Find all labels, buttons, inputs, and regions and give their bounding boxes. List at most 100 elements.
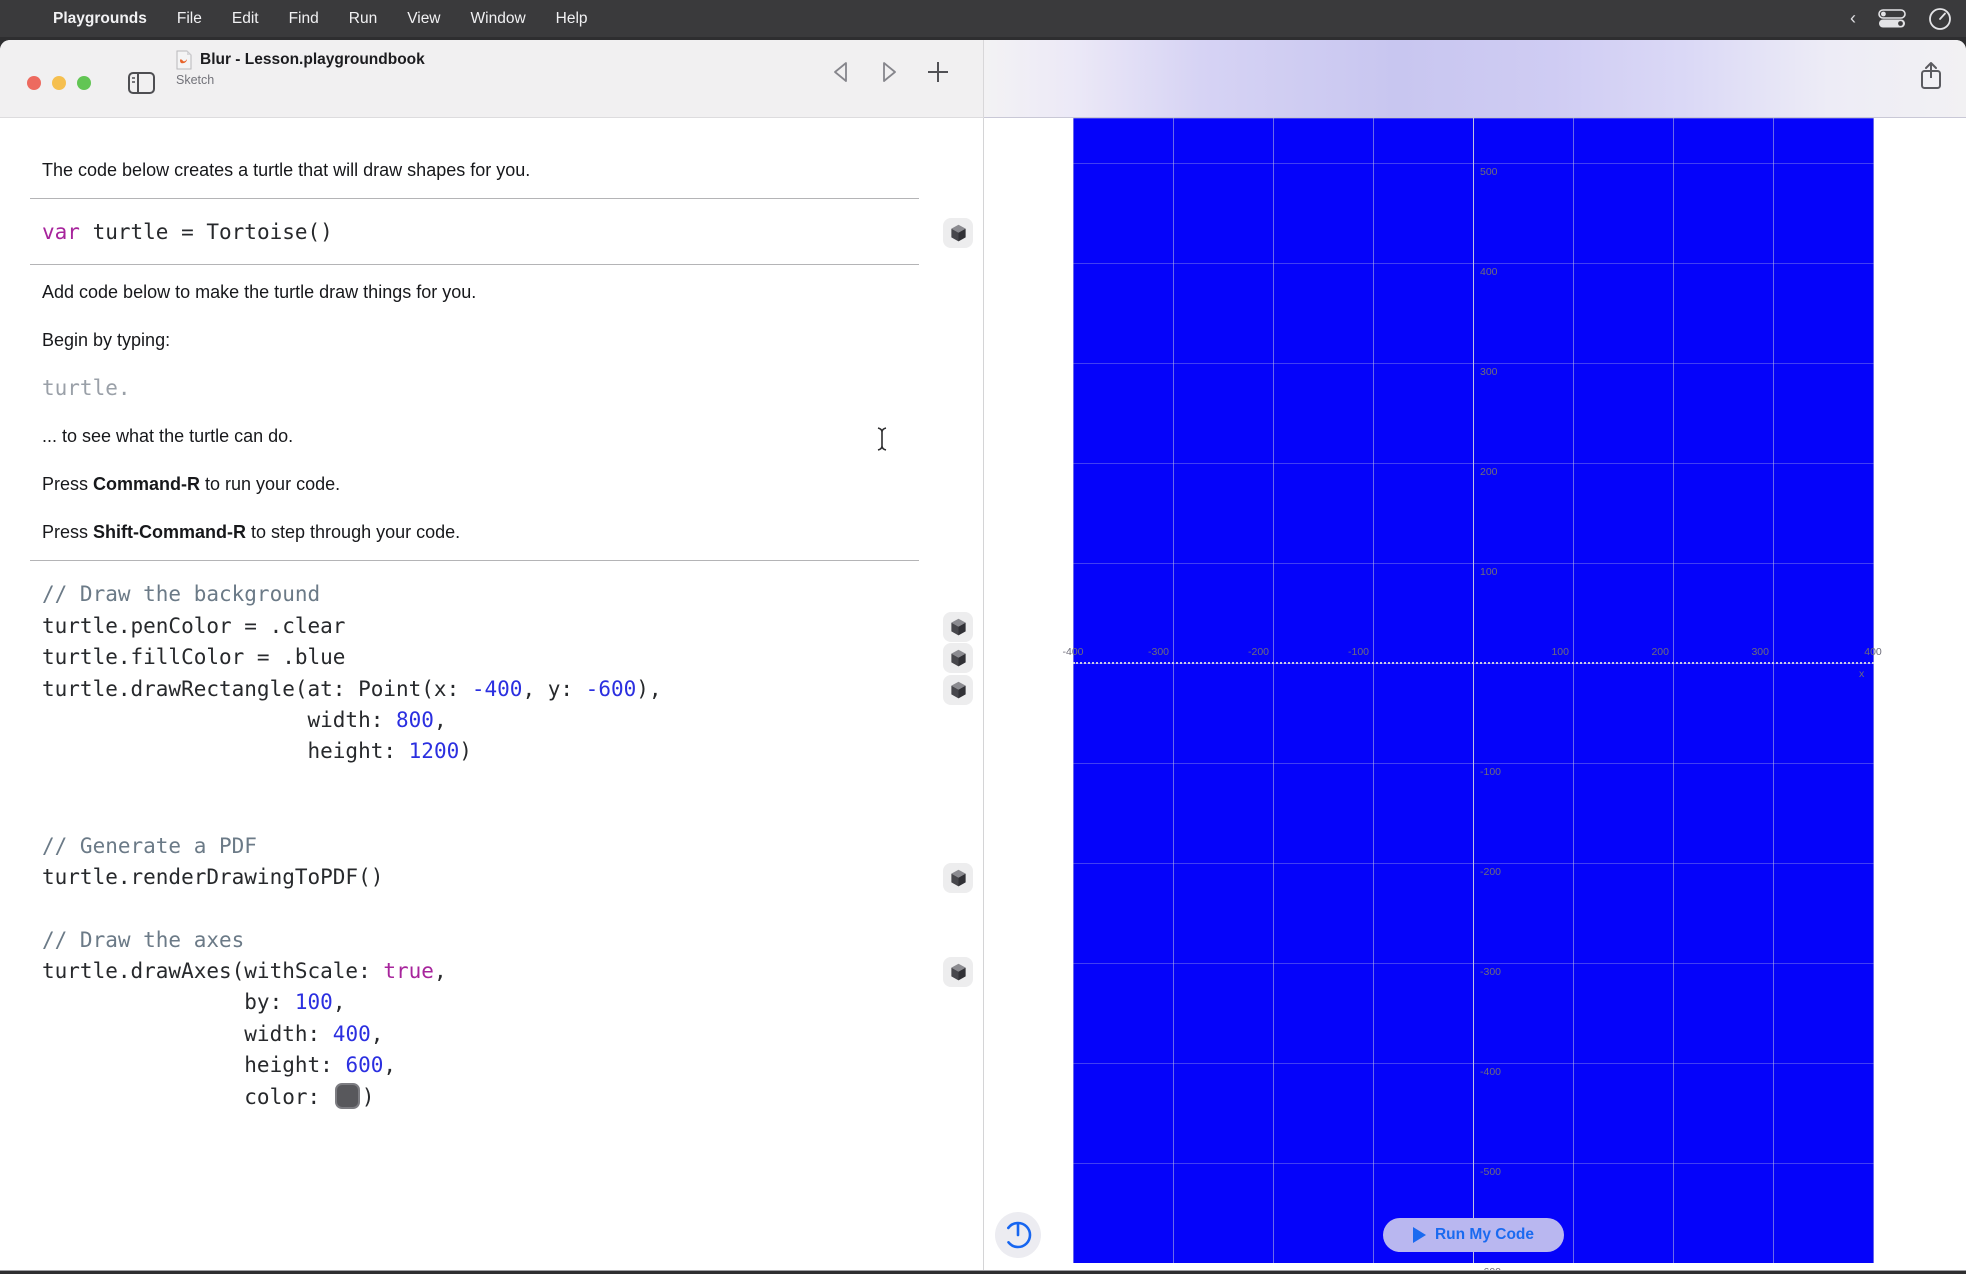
x-axis-letter: x bbox=[1859, 668, 1864, 681]
drawing-canvas: Run My Code -400 -300 -200 -100 100 200 300 400… bbox=[1073, 118, 1874, 1263]
code-line[interactable] bbox=[42, 768, 983, 799]
code-line[interactable]: turtle.penColor = .clear bbox=[42, 611, 983, 642]
cube-icon bbox=[949, 868, 968, 888]
result-cube-button[interactable] bbox=[943, 675, 973, 705]
x-axis-label: 400 bbox=[1857, 646, 1889, 659]
separator bbox=[30, 560, 919, 561]
y-axis-label: -100 bbox=[1480, 766, 1501, 779]
cube-icon bbox=[949, 617, 968, 637]
y-axis-label: 100 bbox=[1480, 566, 1498, 579]
y-axis-label: -300 bbox=[1480, 966, 1501, 979]
x-axis-label: -400 bbox=[1057, 646, 1089, 659]
prose-paragraph: Press Command-R to run your code. bbox=[42, 472, 923, 496]
cube-icon bbox=[949, 223, 968, 243]
window-title: Blur - Lesson.playgroundbook bbox=[200, 51, 425, 69]
control-center-icon[interactable] bbox=[1878, 9, 1906, 28]
run-my-code-button[interactable]: Run My Code bbox=[1383, 1218, 1564, 1252]
sidebar-toggle-icon[interactable] bbox=[128, 72, 155, 94]
cube-icon bbox=[949, 962, 968, 982]
code-line[interactable]: height: 600, bbox=[42, 1050, 983, 1081]
code-line[interactable] bbox=[42, 799, 983, 830]
menu-item-window[interactable]: Window bbox=[471, 10, 526, 28]
text-cursor-icon bbox=[876, 426, 888, 452]
editor-pane[interactable]: The code below creates a turtle that wil… bbox=[0, 118, 984, 1271]
code-line[interactable] bbox=[42, 893, 983, 924]
back-icon[interactable] bbox=[830, 60, 852, 84]
menu-items: File Edit Find Run View Window Help bbox=[177, 10, 588, 28]
code-line[interactable]: width: 800, bbox=[42, 705, 983, 736]
minimize-button[interactable] bbox=[52, 76, 66, 90]
y-axis-label: -400 bbox=[1480, 1066, 1501, 1079]
code-line[interactable]: // Draw the background bbox=[42, 579, 983, 610]
code-line[interactable]: by: 100, bbox=[42, 987, 983, 1018]
close-button[interactable] bbox=[27, 76, 41, 90]
code-block: var turtle = Tortoise() bbox=[42, 217, 983, 248]
ghost-code-hint: turtle. bbox=[42, 376, 923, 400]
y-axis-label: -600 bbox=[1480, 1266, 1501, 1271]
code-line[interactable]: turtle.drawAxes(withScale: true, bbox=[42, 956, 983, 987]
code-line[interactable]: var turtle = Tortoise() bbox=[42, 217, 983, 248]
result-cube-button[interactable] bbox=[943, 957, 973, 987]
code-line[interactable]: // Draw the axes bbox=[42, 925, 983, 956]
prose-paragraph: The code below creates a turtle that wil… bbox=[42, 158, 923, 182]
code-line[interactable]: color: ) bbox=[42, 1082, 983, 1113]
code-line[interactable]: // Generate a PDF bbox=[42, 831, 983, 862]
prose-paragraph: Begin by typing: bbox=[42, 328, 923, 352]
prose-paragraph: Press Shift-Command-R to step through yo… bbox=[42, 520, 923, 544]
x-axis-label: -100 bbox=[1329, 646, 1369, 659]
code-line[interactable]: turtle.fillColor = .blue bbox=[42, 642, 983, 673]
playgrounds-window: Blur - Lesson.playgroundbook Sketch bbox=[0, 40, 1966, 1271]
menu-item-edit[interactable]: Edit bbox=[232, 10, 259, 28]
code-block: // Draw the backgroundturtle.penColor = … bbox=[42, 579, 983, 1113]
x-axis-label: 300 bbox=[1729, 646, 1769, 659]
y-axis-line bbox=[1473, 118, 1474, 1263]
y-axis-label: -200 bbox=[1480, 866, 1501, 879]
code-line[interactable]: turtle.renderDrawingToPDF() bbox=[42, 862, 983, 893]
toolbar: Blur - Lesson.playgroundbook Sketch bbox=[0, 40, 1966, 118]
y-axis-label: -500 bbox=[1480, 1166, 1501, 1179]
menu-item-find[interactable]: Find bbox=[289, 10, 319, 28]
window-subtitle: Sketch bbox=[176, 73, 425, 87]
result-cube-button[interactable] bbox=[943, 612, 973, 642]
share-icon[interactable] bbox=[1918, 60, 1944, 92]
menu-item-run[interactable]: Run bbox=[349, 10, 377, 28]
live-view-pane: Run My Code -400 -300 -200 -100 100 200 300 400… bbox=[984, 118, 1966, 1271]
color-swatch[interactable] bbox=[335, 1083, 360, 1109]
separator bbox=[30, 264, 919, 265]
add-icon[interactable] bbox=[926, 60, 950, 84]
menu-item-view[interactable]: View bbox=[407, 10, 440, 28]
speedometer-icon[interactable] bbox=[995, 1212, 1041, 1258]
playground-document-icon bbox=[176, 50, 192, 70]
prose-paragraph: Add code below to make the turtle draw t… bbox=[42, 280, 923, 304]
code-line[interactable]: height: 1200) bbox=[42, 736, 983, 767]
menu-item-help[interactable]: Help bbox=[556, 10, 588, 28]
x-axis-label: -200 bbox=[1229, 646, 1269, 659]
code-line[interactable]: turtle.drawRectangle(at: Point(x: -400, … bbox=[42, 674, 983, 705]
separator bbox=[30, 198, 919, 199]
run-my-code-label: Run My Code bbox=[1435, 1226, 1534, 1244]
app-menu-playgrounds[interactable]: Playgrounds bbox=[53, 10, 147, 28]
code-line[interactable]: width: 400, bbox=[42, 1019, 983, 1050]
x-axis-line bbox=[1073, 662, 1874, 664]
prose-paragraph: ... to see what the turtle can do. bbox=[42, 424, 923, 448]
circle-dial-icon[interactable] bbox=[1928, 7, 1952, 31]
window-controls bbox=[27, 76, 91, 90]
y-axis-label: 200 bbox=[1480, 466, 1498, 479]
forward-icon[interactable] bbox=[878, 60, 900, 84]
x-axis-label: 100 bbox=[1529, 646, 1569, 659]
y-axis-label: 500 bbox=[1480, 166, 1498, 179]
menu-bar: Playgrounds File Edit Find Run View Window Hel… bbox=[0, 0, 1966, 37]
x-axis-label: 200 bbox=[1629, 646, 1669, 659]
cube-icon bbox=[949, 648, 968, 668]
result-cube-button[interactable] bbox=[943, 218, 973, 248]
x-axis-label: -300 bbox=[1129, 646, 1169, 659]
cube-icon bbox=[949, 680, 968, 700]
chevron-left-icon[interactable]: ‹ bbox=[1850, 8, 1856, 29]
result-cube-button[interactable] bbox=[943, 863, 973, 893]
zoom-button[interactable] bbox=[77, 76, 91, 90]
menu-item-file[interactable]: File bbox=[177, 10, 202, 28]
play-icon bbox=[1413, 1227, 1426, 1243]
result-cube-button[interactable] bbox=[943, 643, 973, 673]
y-axis-label: 300 bbox=[1480, 366, 1498, 379]
y-axis-label: 400 bbox=[1480, 266, 1498, 279]
